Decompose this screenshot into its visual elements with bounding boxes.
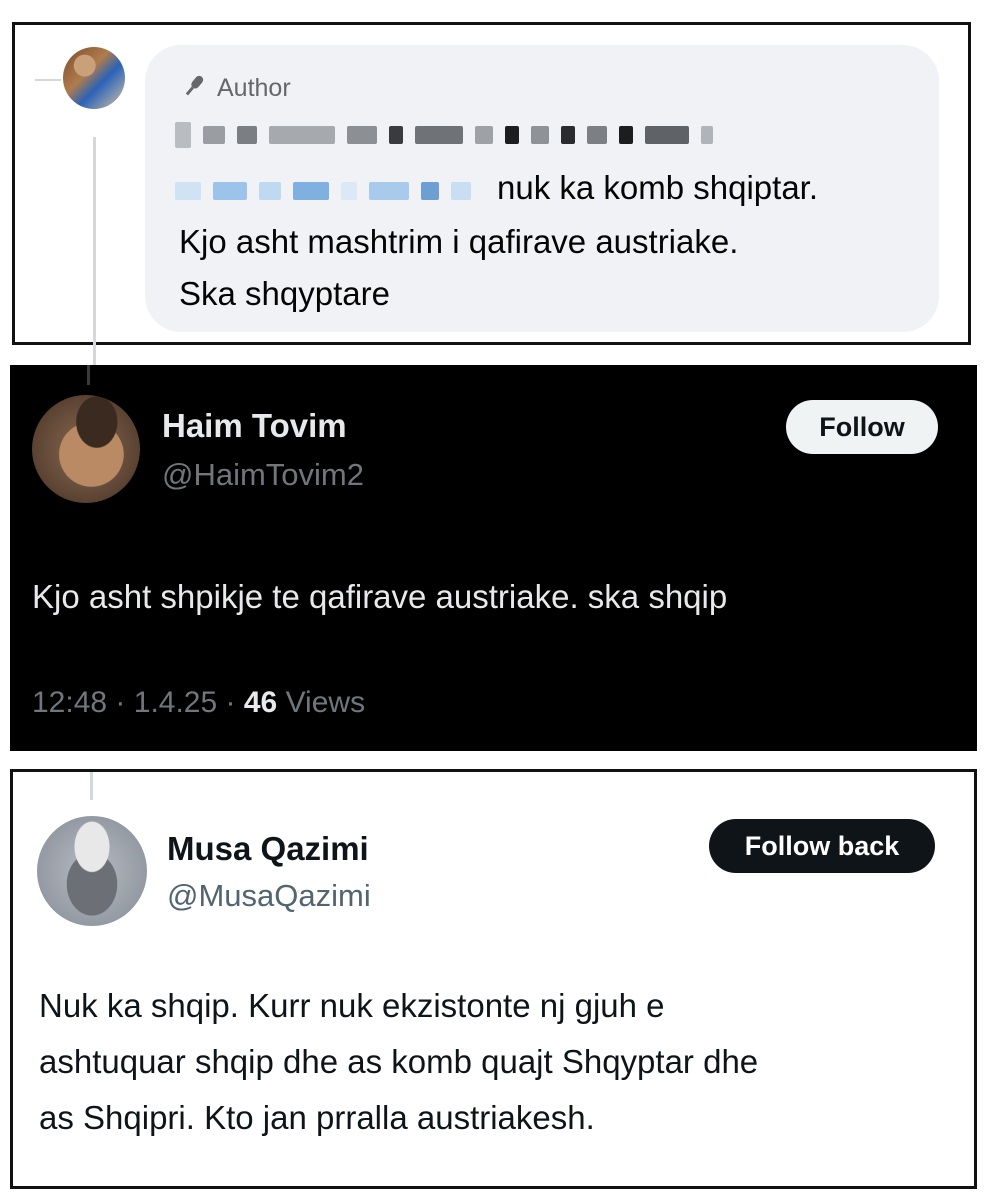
avatar[interactable] [37,816,147,926]
tweet-text: Kjo asht shpikje te qafirave austriake. … [32,578,728,615]
display-name[interactable]: Musa Qazimi [167,830,369,868]
redacted-name-line [175,181,471,201]
comment-text-line: Kjo asht mashtrim i qafirave austriake. [179,223,739,260]
tweet-text-line: as Shqipri. Kto jan prralla austriakesh. [39,1099,595,1136]
microphone-icon [179,71,209,106]
thread-line [87,365,90,385]
separator: · [115,686,126,719]
thread-connector-line [35,79,61,81]
thread-line [90,772,93,800]
dark-tweet-panel: Haim Tovim @HaimTovim2 Follow Kjo asht s… [10,365,977,751]
author-badge: Author [179,71,291,105]
light-tweet-panel: Musa Qazimi @MusaQazimi Follow back Nuk … [10,769,977,1189]
separator: · [225,686,236,719]
facebook-comment-panel: Author nuk ka komb shqiptar. Kjo asht ma… [12,22,971,377]
tweet-text-line: ashtuquar shqip dhe as komb quajt Shqypt… [39,1043,759,1080]
views-label: Views [285,686,366,719]
comment-bubble: Author nuk ka komb shqiptar. Kjo asht ma… [145,45,939,332]
tweet-time[interactable]: 12:48 [32,686,107,719]
comment-text-line: nuk ka komb shqiptar. [497,169,819,206]
follow-button[interactable]: Follow [786,400,938,454]
display-name[interactable]: Haim Tovim [162,407,347,445]
author-badge-label: Author [217,73,291,102]
thread-line [93,137,96,377]
redacted-text-line [175,122,713,148]
tweet-text-line: Nuk ka shqip. Kurr nuk ekzistonte nj gju… [39,987,665,1024]
commenter-avatar[interactable] [63,47,125,109]
tweet-date[interactable]: 1.4.25 [134,686,217,719]
tweet-metadata: 12:48 · 1.4.25 · 46 Views [32,686,365,720]
follow-back-button[interactable]: Follow back [709,819,935,873]
user-handle[interactable]: @MusaQazimi [167,878,371,914]
avatar[interactable] [32,395,140,503]
user-handle[interactable]: @HaimTovim2 [162,457,364,493]
views-count: 46 [243,686,278,719]
comment-text-line: Ska shqyptare [179,275,390,312]
